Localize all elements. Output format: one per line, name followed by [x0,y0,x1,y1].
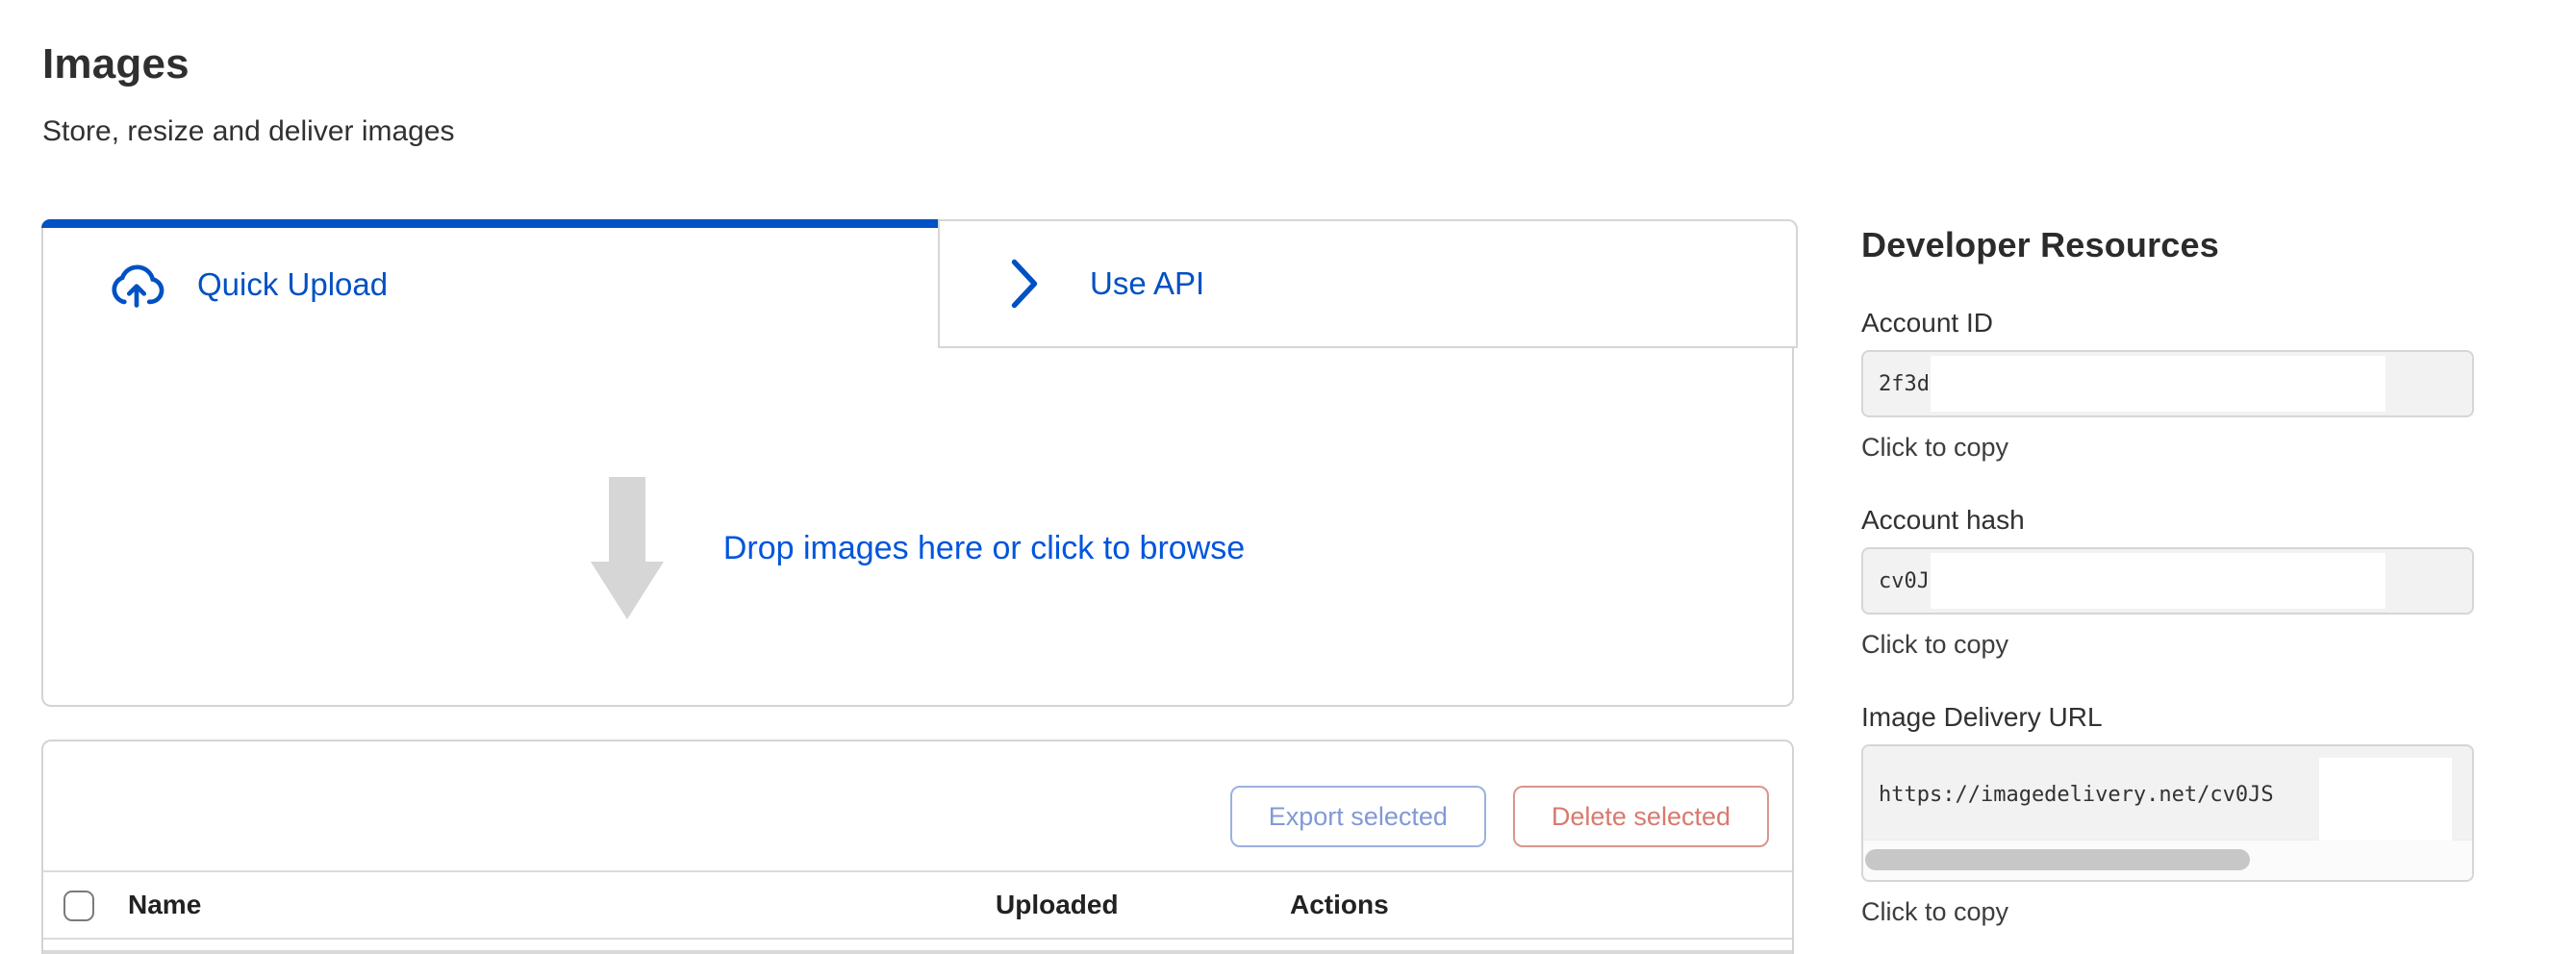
page-subtitle: Store, resize and deliver images [42,115,455,148]
redaction-overlay [1931,553,2386,609]
account-hash-label: Account hash [1861,505,2474,536]
account-hash-value-box[interactable]: cv0J [1861,547,2474,615]
images-dashboard-page: Images Store, resize and deliver images … [0,0,2576,954]
redaction-overlay [2319,758,2452,841]
url-scrollbar-thumb[interactable] [1865,849,2250,870]
developer-resources-title: Developer Resources [1861,225,2474,265]
developer-resources-panel: Developer Resources Account ID 2f3d Clic… [1861,225,2474,927]
account-hash-value: cv0J [1879,549,1930,613]
column-header-uploaded: Uploaded [996,872,1119,938]
account-id-label: Account ID [1861,308,2474,339]
column-header-name: Name [128,872,201,938]
chevron-right-icon [1007,258,1042,310]
account-id-copy-hint[interactable]: Click to copy [1861,433,2474,463]
export-selected-button[interactable]: Export selected [1230,786,1486,847]
image-delivery-url-label: Image Delivery URL [1861,702,2474,733]
tab-quick-upload[interactable]: Quick Upload [43,221,938,348]
table-header-row: Name Uploaded Actions [43,870,1792,940]
cloud-upload-icon [105,261,168,309]
account-hash-copy-hint[interactable]: Click to copy [1861,630,2474,660]
account-id-value-box[interactable]: 2f3d [1861,350,2474,417]
table-actions: Export selected Delete selected [1230,786,1769,847]
dropzone-label: Drop images here or click to browse [723,530,1245,567]
delete-selected-button[interactable]: Delete selected [1513,786,1769,847]
account-id-value: 2f3d [1879,352,1930,415]
column-header-actions: Actions [1290,872,1389,938]
redaction-overlay [1931,356,2386,412]
url-scrollbar-track [1863,840,2472,880]
tab-use-api-label: Use API [1090,265,1204,302]
upload-panel: Quick Upload Use API Drop images here or… [41,219,1794,707]
images-table-panel: Export selected Delete selected Name Upl… [41,740,1794,954]
dropzone[interactable]: Drop images here or click to browse [43,452,1792,644]
image-delivery-url-copy-hint[interactable]: Click to copy [1861,897,2474,927]
table-row-divider [43,950,1792,954]
select-all-checkbox[interactable] [63,891,94,921]
tab-use-api[interactable]: Use API [938,219,1798,348]
tab-quick-upload-label: Quick Upload [197,266,388,303]
page-title: Images [42,40,189,88]
image-delivery-url-box[interactable]: https://imagedelivery.net/cv0JS 2 [1861,744,2474,882]
down-arrow-icon [591,477,664,619]
image-delivery-url-value: https://imagedelivery.net/cv0JS [1879,746,2274,842]
